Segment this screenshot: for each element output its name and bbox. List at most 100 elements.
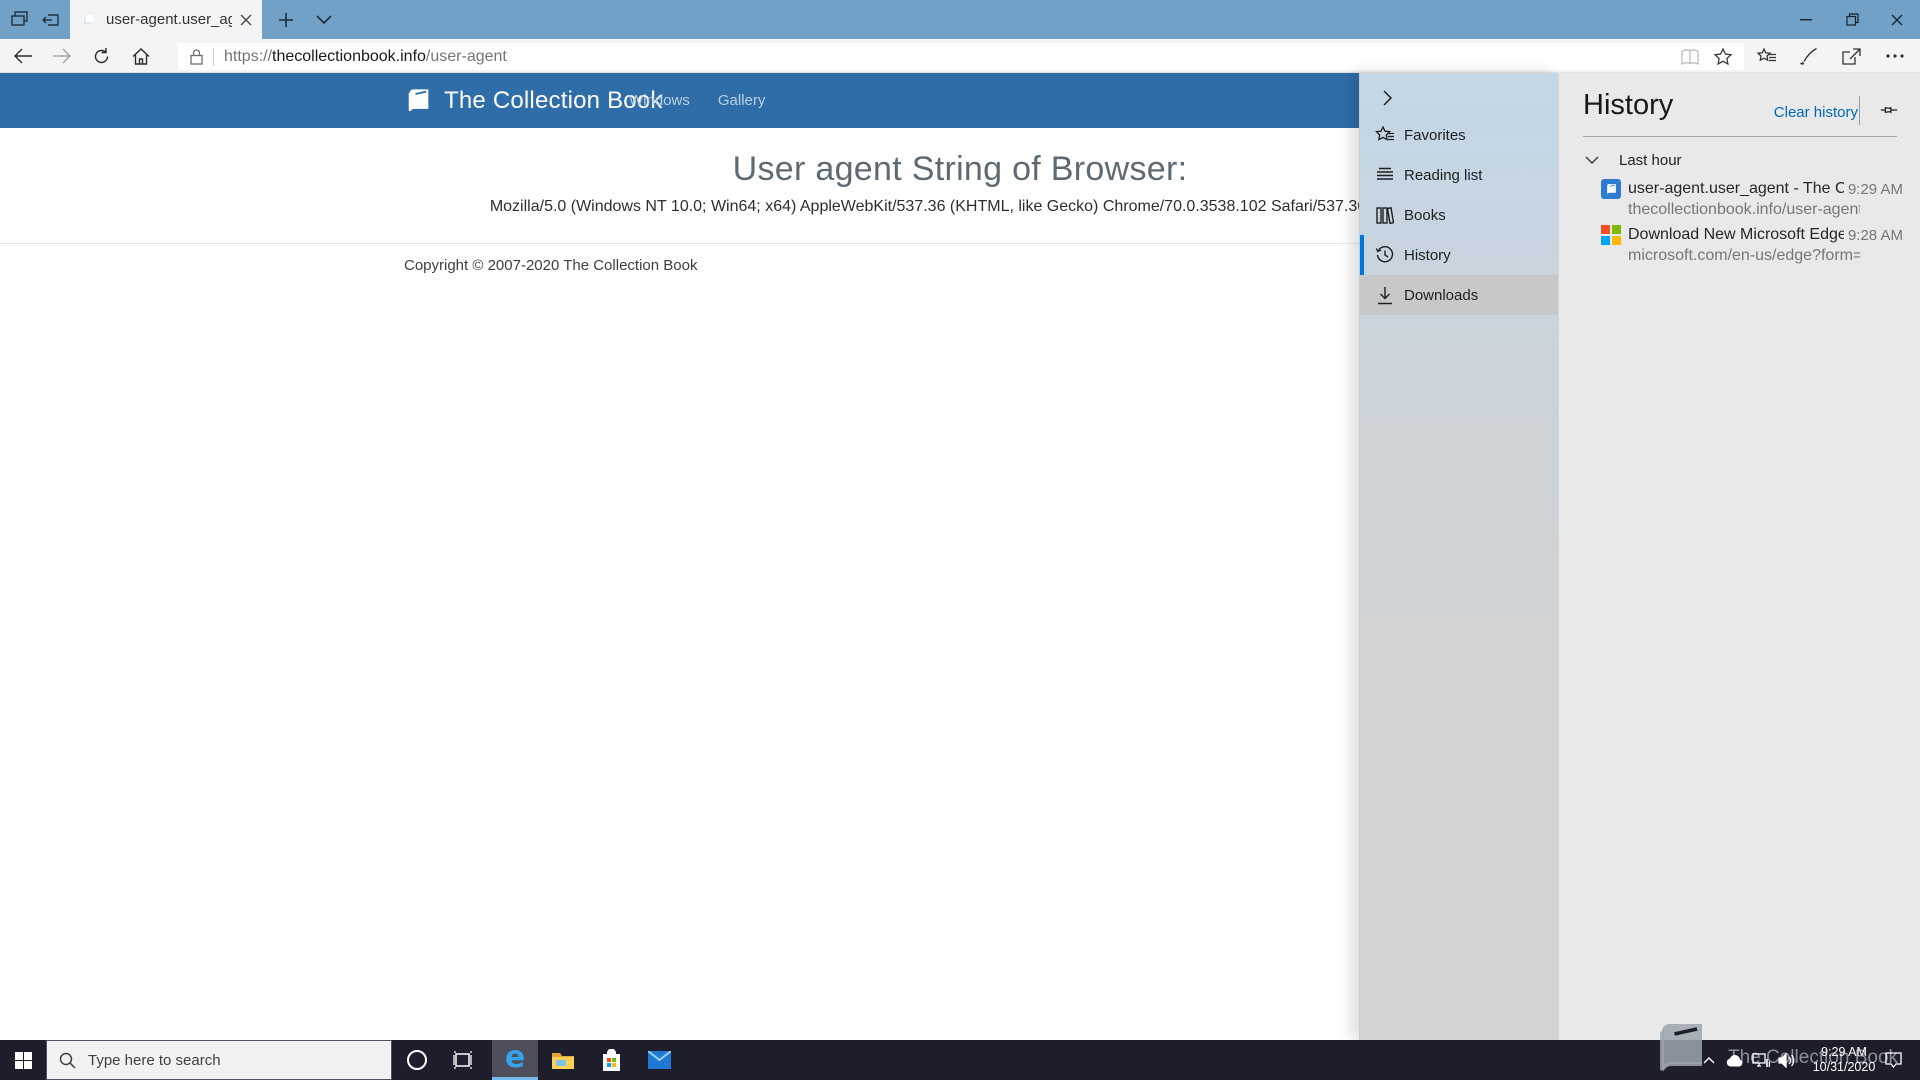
hub-collapse-button[interactable]	[1372, 83, 1402, 113]
reading-view-button[interactable]	[1680, 49, 1700, 65]
store-bag-icon	[601, 1049, 622, 1071]
settings-more-button[interactable]	[1876, 39, 1914, 73]
url-divider	[213, 48, 214, 66]
address-toolbar: https://thecollectionbook.info/user-agen…	[0, 39, 1920, 73]
file-explorer-button[interactable]	[540, 1040, 586, 1080]
history-entry-time: 9:28 AM	[1848, 227, 1903, 244]
nav-link-gallery[interactable]: Gallery	[718, 92, 766, 109]
plus-icon	[278, 12, 294, 28]
sidebar-item-label: History	[1404, 247, 1451, 264]
browser-tab[interactable]: user-agent.user_agent -	[70, 0, 262, 39]
tab-bar: user-agent.user_agent -	[0, 0, 1920, 39]
action-center	[1880, 1040, 1906, 1080]
restore-icon	[1846, 13, 1859, 26]
sidebar-item-label: Reading list	[1404, 167, 1482, 184]
cloud-icon	[1725, 1054, 1745, 1067]
restore-button[interactable]	[1829, 0, 1875, 39]
home-icon	[132, 48, 150, 65]
history-rule	[1583, 136, 1897, 137]
search-input[interactable]	[88, 1052, 358, 1069]
back-arrow-icon	[14, 48, 33, 64]
site-favicon	[1601, 179, 1621, 199]
clock-time: 9:29 AM	[1821, 1045, 1867, 1060]
windows-logo-icon	[15, 1052, 32, 1069]
copyright-text: Copyright © 2007-2020 The Collection Boo…	[404, 257, 697, 274]
start-button[interactable]	[0, 1040, 46, 1080]
taskbar-clock[interactable]: 9:29 AM 10/31/2020	[1808, 1040, 1880, 1080]
set-tabs-aside-button[interactable]	[36, 0, 66, 39]
url-host: thecollectionbook.info	[272, 48, 426, 65]
close-window-button[interactable]	[1874, 0, 1920, 39]
sidebar-item-books[interactable]: Books	[1360, 195, 1559, 235]
edge-browser-window: user-agent.user_agent -	[0, 0, 1920, 1080]
history-panel-title: History	[1583, 89, 1673, 122]
history-group-row[interactable]: Last hour	[1559, 147, 1920, 173]
task-view-button[interactable]	[440, 1040, 486, 1080]
history-entry-title: Download New Microsoft Edge Brow	[1628, 226, 1844, 244]
tab-title: user-agent.user_agent -	[106, 11, 232, 28]
site-nav: Windows Gallery	[629, 92, 765, 109]
action-center-button[interactable]	[1880, 1040, 1906, 1080]
sidebar-item-downloads[interactable]: Downloads	[1360, 275, 1559, 315]
address-bar[interactable]: https://thecollectionbook.info/user-agen…	[178, 43, 1744, 70]
ellipsis-icon	[1886, 54, 1904, 58]
history-entry[interactable]: user-agent.user_agent - The Collectio 9:…	[1559, 176, 1920, 224]
hidden-icons-button[interactable]	[1696, 1040, 1722, 1080]
home-button[interactable]	[122, 39, 160, 73]
site-brand[interactable]: The Collection Book	[404, 87, 663, 115]
url-path: /user-agent	[426, 48, 507, 65]
system-tray	[1696, 1040, 1800, 1080]
onedrive-tray-icon[interactable]	[1722, 1040, 1748, 1080]
history-panel: History Clear history Last hour user-age…	[1558, 73, 1920, 1040]
back-button[interactable]	[4, 39, 42, 73]
hub-button[interactable]	[1748, 39, 1786, 73]
new-tab-button[interactable]	[270, 0, 302, 39]
nav-link-windows[interactable]: Windows	[629, 92, 690, 109]
pen-icon	[1800, 47, 1818, 65]
stacked-tabs-icon	[11, 11, 28, 28]
chevron-down-icon	[316, 15, 332, 24]
sidebar-item-reading-list[interactable]: Reading list	[1360, 155, 1559, 195]
folder-icon	[551, 1050, 575, 1070]
sidebar-item-label: Downloads	[1404, 287, 1478, 304]
history-entry[interactable]: Download New Microsoft Edge Brow 9:28 AM…	[1559, 222, 1920, 270]
tabs-set-aside-list-button[interactable]	[4, 0, 34, 39]
chevron-down-icon	[1585, 156, 1599, 164]
chevron-up-icon	[1703, 1057, 1715, 1064]
history-header-divider	[1859, 96, 1860, 125]
taskbar-search[interactable]	[46, 1040, 392, 1080]
chevron-right-icon	[1383, 90, 1392, 106]
books-icon	[1374, 204, 1396, 226]
volume-tray-icon[interactable]	[1774, 1040, 1800, 1080]
sidebar-item-favorites[interactable]: Favorites	[1360, 115, 1559, 155]
history-entry-title: user-agent.user_agent - The Collectio	[1628, 180, 1844, 198]
search-icon	[59, 1052, 76, 1069]
pin-panel-button[interactable]	[1873, 96, 1905, 124]
book-logo-icon	[404, 87, 434, 115]
mail-button[interactable]	[636, 1040, 682, 1080]
action-center-icon	[1885, 1052, 1902, 1068]
pin-icon	[1879, 100, 1899, 120]
minimize-button[interactable]	[1783, 0, 1829, 39]
forward-button[interactable]	[42, 39, 80, 73]
cortana-button[interactable]	[394, 1040, 440, 1080]
history-clock-icon	[1374, 244, 1396, 266]
history-entry-url: thecollectionbook.info/user-agent	[1628, 201, 1860, 219]
taskbar-edge-button[interactable]: e	[492, 1040, 538, 1080]
network-tray-icon[interactable]	[1748, 1040, 1774, 1080]
site-favicon	[80, 11, 98, 29]
tab-preview-toggle[interactable]	[308, 0, 340, 39]
share-button[interactable]	[1832, 39, 1870, 73]
annotate-button[interactable]	[1790, 39, 1828, 73]
downloads-icon	[1374, 284, 1396, 306]
favorites-star-icon	[1374, 124, 1396, 146]
microsoft-logo-icon	[1601, 225, 1621, 245]
tab-close-button[interactable]	[240, 14, 252, 26]
hub-star-list-icon	[1757, 48, 1777, 65]
microsoft-store-button[interactable]	[588, 1040, 634, 1080]
network-icon	[1752, 1053, 1770, 1068]
refresh-button[interactable]	[82, 39, 120, 73]
clear-history-link[interactable]: Clear history	[1758, 104, 1858, 121]
sidebar-item-history[interactable]: History	[1360, 235, 1559, 275]
add-favorite-button[interactable]	[1714, 48, 1732, 65]
